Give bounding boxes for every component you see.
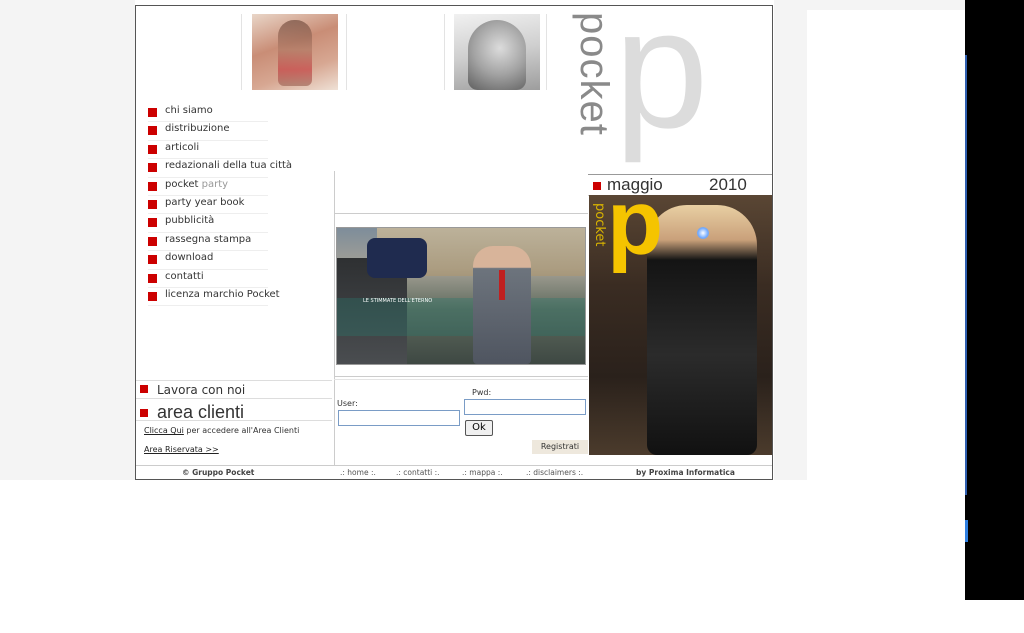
background-black-area	[965, 0, 1024, 600]
client-area-label: area clienti	[157, 402, 245, 422]
background-left	[0, 0, 135, 480]
register-button[interactable]: Registrati	[532, 440, 588, 454]
column-divider	[334, 171, 335, 466]
section-divider	[334, 213, 588, 214]
background-gap	[774, 0, 807, 480]
menu-item-pubblicita[interactable]: pubblicità	[148, 214, 268, 233]
main-menu: chi siamo distribuzione articoli redazio…	[148, 104, 292, 307]
bullet-icon	[148, 126, 157, 136]
issue-month: maggio	[607, 175, 663, 194]
footer-mappa-link[interactable]: .: mappa :.	[462, 468, 503, 477]
header-photo-woman-red	[252, 14, 338, 90]
work-with-us-label: Lavora con noi	[157, 383, 246, 397]
menu-item-download[interactable]: download	[148, 251, 268, 270]
header-photo-woman-bw	[454, 14, 540, 90]
window-edge-marker	[965, 520, 968, 542]
featured-article-photo[interactable]: LE STIMMATE DELL'ETERNO	[336, 227, 586, 365]
footer-home-link[interactable]: .: home :.	[340, 468, 376, 477]
password-label: Pwd:	[472, 388, 492, 397]
bullet-icon	[593, 182, 601, 190]
section-divider	[136, 420, 332, 421]
header-divider	[444, 14, 445, 90]
magazine-cover[interactable]: p pocket	[589, 195, 772, 455]
issue-year: 2010	[709, 175, 747, 194]
bullet-icon	[148, 181, 157, 191]
issue-header: maggio 2010	[588, 174, 772, 196]
click-here-link[interactable]: Clicca Qui	[144, 426, 184, 435]
bullet-icon	[148, 255, 157, 265]
password-input[interactable]	[464, 399, 586, 415]
ok-button[interactable]: Ok	[465, 420, 493, 436]
bullet-icon	[148, 236, 157, 246]
work-with-us-link[interactable]: Lavora con noi	[140, 383, 245, 397]
menu-item-label: pocket	[165, 178, 199, 190]
page-frame: pocket p chi siamo distribuzione articol…	[135, 5, 773, 480]
cover-logo: p	[607, 195, 664, 274]
bullet-icon	[148, 108, 157, 117]
bullet-icon	[140, 409, 148, 417]
menu-item-licenza[interactable]: licenza marchio Pocket	[148, 288, 280, 307]
bullet-icon	[140, 385, 148, 393]
photo-caption: LE STIMMATE DELL'ETERNO	[363, 298, 433, 304]
footer-disclaimers-link[interactable]: .: disclaimers :.	[526, 468, 583, 477]
menu-item-label-extra: party	[201, 178, 229, 190]
client-area-hint-text: per accedere all'Area Clienti	[183, 426, 300, 435]
header-divider	[241, 14, 242, 90]
reserved-area-link[interactable]: Area Riservata >>	[144, 445, 219, 454]
copyright: © Gruppo Pocket	[182, 468, 255, 477]
menu-item-contatti[interactable]: contatti	[148, 270, 268, 288]
section-divider	[136, 380, 332, 381]
section-divider	[334, 379, 588, 380]
menu-item-rassegna-stampa[interactable]: rassegna stampa	[148, 233, 268, 252]
cover-vertical-text: pocket	[592, 203, 607, 247]
user-label: User:	[337, 399, 358, 408]
footer-contatti-link[interactable]: .: contatti :.	[396, 468, 440, 477]
menu-item-pocket-party[interactable]: pocket party	[148, 178, 268, 196]
section-divider	[334, 376, 588, 377]
bullet-icon	[148, 199, 157, 209]
section-divider	[136, 398, 332, 399]
bullet-icon	[148, 291, 157, 301]
background-right	[807, 0, 965, 10]
footer-divider	[136, 465, 772, 466]
menu-item-party-year-book[interactable]: party year book	[148, 196, 268, 215]
bullet-icon	[148, 218, 157, 228]
menu-item-chi-siamo[interactable]: chi siamo	[148, 104, 268, 123]
window-edge	[965, 55, 967, 495]
header-divider	[346, 14, 347, 90]
header-divider	[546, 14, 547, 90]
brand-logo: p	[614, 5, 709, 164]
menu-item-redazionali[interactable]: redazionali della tua città	[148, 159, 292, 178]
client-area-hint: Clicca Qui per accedere all'Area Clienti	[144, 426, 299, 435]
user-input[interactable]	[338, 410, 460, 426]
menu-item-articoli[interactable]: articoli	[148, 141, 268, 160]
menu-item-distribuzione[interactable]: distribuzione	[148, 122, 268, 141]
bullet-icon	[148, 144, 157, 154]
bullet-icon	[148, 163, 157, 173]
bullet-icon	[148, 273, 157, 283]
credits: by Proxima Informatica	[636, 468, 735, 477]
